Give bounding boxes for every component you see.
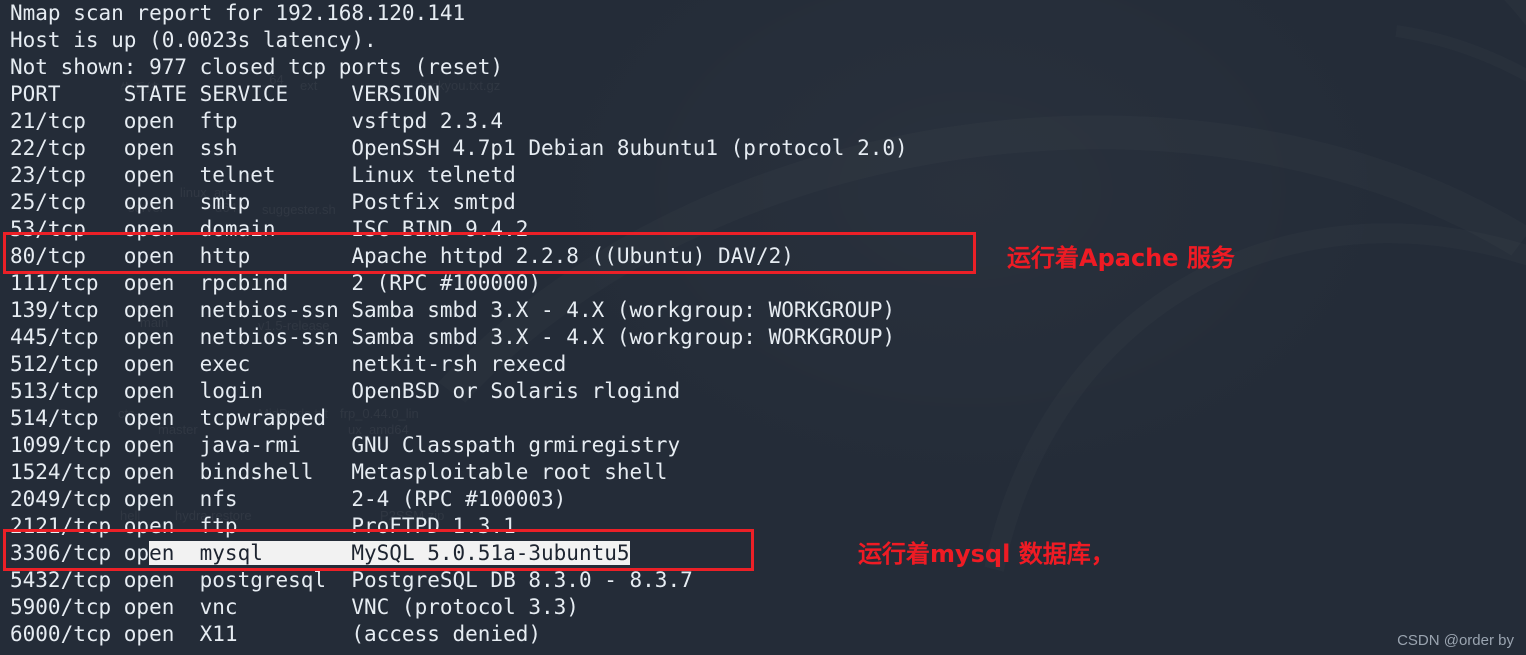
port-table-row: 445/tcp open netbios-ssn Samba smbd 3.X … xyxy=(10,325,896,349)
terminal-screenshot: 牛系统 _64 ext rockyou.txt.gz linux_am server d64… xyxy=(0,0,1526,655)
port-table-row: 21/tcp open ftp vsftpd 2.3.4 xyxy=(10,109,504,133)
port-table-row: 513/tcp open login OpenBSD or Solaris rl… xyxy=(10,379,681,403)
csdn-watermark: CSDN @order by xyxy=(1397,632,1514,649)
wallpaper-swoosh xyxy=(1130,216,1526,655)
port-table-row: 5432/tcp open postgresql PostgreSQL DB 8… xyxy=(10,568,693,592)
port-table-row: 514/tcp open tcpwrapped xyxy=(10,406,327,430)
port-table-row: 6000/tcp open X11 (access denied) xyxy=(10,622,542,646)
port-table-row: 139/tcp open netbios-ssn Samba smbd 3.X … xyxy=(10,298,896,322)
port-table-row: 22/tcp open ssh OpenSSH 4.7p1 Debian 8ub… xyxy=(10,136,908,160)
port-table-row: 2049/tcp open nfs 2-4 (RPC #100003) xyxy=(10,487,567,511)
port-table-row: 1524/tcp open bindshell Metasploitable r… xyxy=(10,460,668,484)
scan-header-line: Host is up (0.0023s latency). xyxy=(10,28,377,52)
port-table-row: 80/tcp open http Apache httpd 2.2.8 ((Ub… xyxy=(10,244,794,268)
port-table-row: 512/tcp open exec netkit-rsh rexecd xyxy=(10,352,567,376)
port-table-row: 25/tcp open smtp Postfix smtpd xyxy=(10,190,516,214)
port-table-row: 5900/tcp open vnc VNC (protocol 3.3) xyxy=(10,595,579,619)
port-table-row: 53/tcp open domain ISC BIND 9.4.2 xyxy=(10,217,529,241)
port-table-row: 3306/tcp open mysql MySQL 5.0.51a-3ubunt… xyxy=(10,541,630,565)
port-table-row: 111/tcp open rpcbind 2 (RPC #100000) xyxy=(10,271,542,295)
port-table-row: 23/tcp open telnet Linux telnetd xyxy=(10,163,516,187)
scan-header-line: Nmap scan report for 192.168.120.141 xyxy=(10,1,466,25)
port-table-header-row: PORT STATE SERVICE VERSION xyxy=(10,82,440,106)
text-selection-highlight: en mysql MySQL 5.0.51a-3ubuntu5 xyxy=(149,541,630,565)
port-table-row: 1099/tcp open java-rmi GNU Classpath grm… xyxy=(10,433,681,457)
scan-header-line: Not shown: 977 closed tcp ports (reset) xyxy=(10,55,504,79)
apache-annotation-text: 运行着Apache 服务 xyxy=(1007,244,1235,272)
nmap-scan-output: Nmap scan report for 192.168.120.141 Host… xyxy=(10,0,908,648)
mysql-annotation-text: 运行着mysql 数据库， xyxy=(858,540,1115,568)
port-table-row: 2121/tcp open ftp ProFTPD 1.3.1 xyxy=(10,514,516,538)
